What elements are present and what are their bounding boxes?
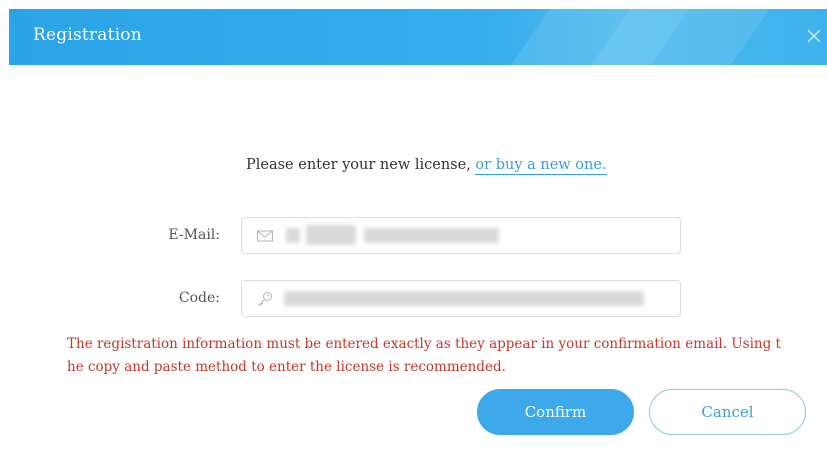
close-icon[interactable] (805, 27, 823, 45)
mail-icon (256, 227, 274, 245)
registration-dialog: Registration Please enter your new licen… (0, 0, 827, 467)
email-label: E-Mail: (168, 227, 220, 243)
key-icon (256, 290, 274, 308)
prompt-text: Please enter your new license, (246, 157, 476, 173)
redacted-email-part (364, 228, 499, 243)
code-field[interactable] (241, 280, 681, 317)
title-bar: Registration (9, 9, 827, 65)
license-prompt: Please enter your new license, or buy a … (246, 157, 607, 175)
redacted-email-part (306, 225, 356, 245)
confirm-button[interactable]: Confirm (477, 389, 634, 435)
email-field[interactable] (241, 217, 681, 254)
redacted-code (284, 291, 644, 306)
dialog-title: Registration (33, 25, 142, 45)
cancel-button[interactable]: Cancel (649, 389, 806, 435)
registration-warning: The registration information must be ent… (67, 336, 781, 375)
buy-new-license-link[interactable]: or buy a new one. (475, 157, 607, 175)
code-label: Code: (178, 290, 220, 306)
redacted-email-part (286, 228, 300, 243)
